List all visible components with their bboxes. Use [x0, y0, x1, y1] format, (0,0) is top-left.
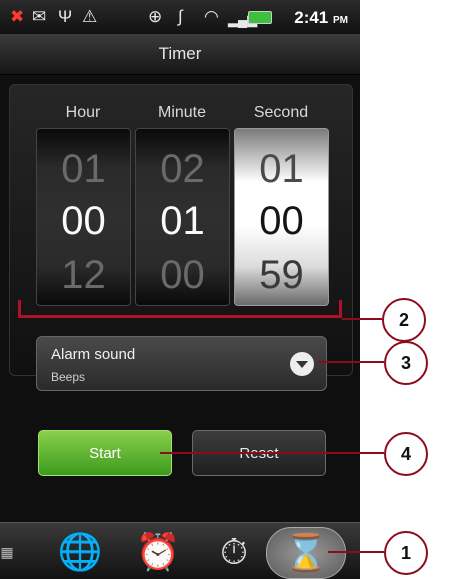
phone-screen: ✖ ✉ Ψ ⚠ ⊕ ∫ ◠ ▂▄▆ 2:41 PM Timer Hour Min…	[0, 0, 360, 579]
world-clock-icon[interactable]: 🌐	[52, 527, 108, 577]
second-next: 59	[259, 253, 304, 297]
callout-line-3	[318, 361, 384, 363]
vibrate-icon: ∫	[178, 7, 183, 26]
second-value: 00	[259, 199, 304, 243]
callout-2: 2	[382, 298, 426, 342]
hour-prev: 01	[61, 147, 106, 191]
wifi-icon: ◠	[204, 7, 219, 26]
stopwatch-icon[interactable]: ⏱	[206, 527, 262, 577]
second-label: Second	[253, 104, 309, 121]
minute-wheel[interactable]: 02 01 00	[135, 128, 230, 306]
callout-line-1	[328, 551, 384, 553]
hour-next: 12	[61, 253, 106, 297]
picker-bracket	[18, 300, 342, 318]
warning-icon: ⚠	[82, 7, 98, 26]
callout-line-2	[342, 318, 382, 320]
second-wheel[interactable]: 01 00 59	[234, 128, 329, 306]
status-bar: ✖ ✉ Ψ ⚠ ⊕ ∫ ◠ ▂▄▆ 2:41 PM	[0, 0, 360, 34]
battery-icon	[248, 11, 272, 24]
tab-bar: ▦ 🌐 ⏰ ⏱ ⌛	[0, 522, 360, 579]
minute-value: 01	[160, 199, 205, 243]
callout-4: 4	[384, 432, 428, 476]
start-button[interactable]: Start	[38, 430, 172, 476]
minute-label: Minute	[157, 104, 207, 121]
status-time: 2:41 PM	[294, 8, 348, 27]
alarm-clock-icon[interactable]: ⏰	[130, 527, 186, 577]
callout-line-4	[160, 452, 384, 454]
hour-label: Hour	[65, 104, 101, 121]
gps-icon: ⊕	[148, 7, 163, 26]
usb-icon: Ψ	[58, 7, 73, 26]
alarm-sound-dropdown[interactable]: Alarm sound Beeps	[36, 336, 327, 391]
hour-wheel[interactable]: 01 00 12	[36, 128, 131, 306]
second-prev: 01	[259, 147, 304, 191]
missed-call-icon: ✖	[10, 7, 25, 26]
timer-hourglass-icon[interactable]: ⌛	[266, 527, 346, 579]
minute-next: 00	[160, 253, 205, 297]
alarm-sound-value: Beeps	[51, 370, 86, 384]
hour-value: 00	[61, 199, 106, 243]
clock-tab-partial-icon[interactable]: ▦	[0, 527, 14, 577]
callout-1: 1	[384, 531, 428, 575]
minute-prev: 02	[160, 147, 205, 191]
alarm-sound-label: Alarm sound	[51, 346, 136, 363]
callout-3: 3	[384, 341, 428, 385]
chevron-down-icon[interactable]	[290, 352, 314, 376]
mail-icon: ✉	[32, 7, 47, 26]
page-title: Timer	[0, 34, 360, 75]
